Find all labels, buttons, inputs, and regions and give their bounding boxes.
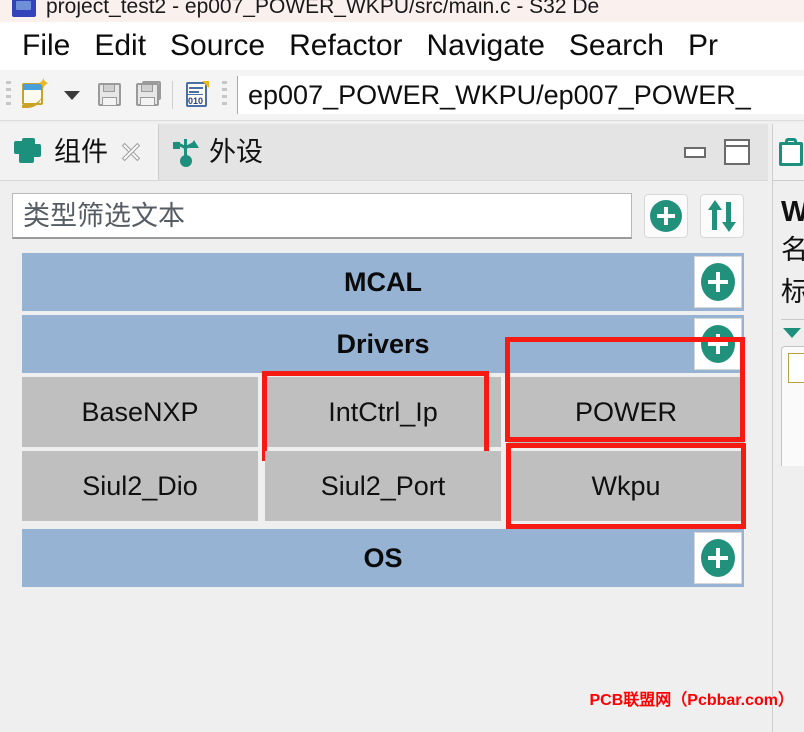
toolbar-drag-handle[interactable] <box>6 81 11 109</box>
group-header-drivers[interactable]: Drivers <box>22 315 744 373</box>
tile-wrap-basenxp: BaseNXP <box>22 377 258 447</box>
component-tile-intctrl-ip[interactable]: IntCtrl_Ip <box>265 377 501 447</box>
component-tile-label: Siul2_Port <box>320 471 446 501</box>
tile-wrap-siul2-dio: Siul2_Dio <box>22 451 258 521</box>
plus-icon <box>650 200 682 232</box>
app-window: project_test2 - ep007_POWER_WKPU/src/mai… <box>0 0 804 732</box>
right-panel-row-name: 名 <box>781 229 804 271</box>
title-bar: project_test2 - ep007_POWER_WKPU/src/mai… <box>0 0 804 22</box>
menu-item-project[interactable]: Pr <box>676 29 730 63</box>
add-component-button[interactable] <box>644 194 688 238</box>
minimize-icon[interactable] <box>684 146 706 158</box>
tab-components[interactable]: 组件 <box>0 124 159 180</box>
file-path-text: ep007_POWER_WKPU/ep007_POWER_ <box>248 80 751 110</box>
view-tab-strip: 组件 外设 <box>0 124 768 180</box>
menu-item-refactor[interactable]: Refactor <box>277 29 414 63</box>
save-all-button[interactable] <box>129 75 167 115</box>
new-file-button[interactable]: ✦ <box>15 75 53 115</box>
clipboard-icon <box>779 138 803 166</box>
component-tree: MCAL Drivers BaseNXP IntCtrl_Ip POWER Si… <box>0 239 768 587</box>
components-icon <box>14 138 44 166</box>
right-panel-heading: W <box>781 195 804 229</box>
component-tile-siul2-port[interactable]: Siul2_Port <box>265 451 501 521</box>
component-tile-label: BaseNXP <box>81 397 199 427</box>
right-docked-panel: W 名 标 <box>772 124 804 732</box>
right-panel-body: W 名 标 <box>773 181 804 466</box>
tile-wrap-wkpu: Wkpu <box>506 443 746 529</box>
components-view-body: 类型筛选文本 MCAL Drivers BaseNXP IntCtrl_Ip P… <box>0 180 768 732</box>
tile-wrap-siul2-port: Siul2_Port <box>265 451 501 521</box>
new-file-dropdown-button[interactable] <box>53 75 91 115</box>
sort-toggle-button[interactable] <box>700 194 744 238</box>
menu-item-search[interactable]: Search <box>557 29 676 63</box>
add-icon <box>701 263 735 301</box>
s32-design-studio-icon <box>12 0 38 22</box>
toolbar-drag-handle-2[interactable] <box>222 81 227 109</box>
save-all-icon <box>134 81 162 109</box>
component-tile-wkpu[interactable]: Wkpu <box>508 451 744 521</box>
maximize-icon[interactable] <box>724 139 750 165</box>
caret-down-icon[interactable] <box>783 328 801 338</box>
component-tile-label: Wkpu <box>591 471 661 501</box>
driver-tile-row-1: BaseNXP IntCtrl_Ip POWER <box>22 337 745 461</box>
tile-wrap-power: POWER <box>505 337 745 447</box>
add-icon <box>701 325 735 363</box>
component-tile-label: Siul2_Dio <box>82 471 198 501</box>
right-panel-divider <box>781 319 804 320</box>
component-tile-label: POWER <box>574 397 677 427</box>
add-to-drivers-button[interactable] <box>694 318 742 370</box>
menu-item-file[interactable]: File <box>10 29 82 63</box>
add-to-mcal-button[interactable] <box>694 256 742 308</box>
tab-peripherals-label: 外设 <box>209 137 263 167</box>
component-tile-basenxp[interactable]: BaseNXP <box>22 377 258 447</box>
tab-peripherals[interactable]: 外设 <box>159 124 277 180</box>
menu-item-edit[interactable]: Edit <box>82 29 158 63</box>
toolbar-separator <box>172 81 173 109</box>
group-title-mcal: MCAL <box>344 267 422 297</box>
usb-peripherals-icon <box>173 137 199 167</box>
save-button[interactable] <box>91 75 129 115</box>
search-input[interactable]: 类型筛选文本 <box>12 193 632 239</box>
tile-wrap-intctrl-ip: IntCtrl_Ip <box>262 371 501 461</box>
search-placeholder: 类型筛选文本 <box>23 200 185 231</box>
tab-strip-spacer <box>277 124 684 180</box>
add-to-os-button[interactable] <box>694 532 742 584</box>
driver-tile-row-2: Siul2_Dio Siul2_Port Wkpu <box>22 443 746 529</box>
filter-row: 类型筛选文本 <box>0 181 768 239</box>
right-panel-card <box>781 346 804 466</box>
binary-file-icon: 010 <box>184 81 210 109</box>
group-title-os: OS <box>363 543 403 573</box>
toolbar: ✦ 010 ep007_POWER_WKPU/ep007_POWER_ <box>0 70 804 121</box>
component-tile-label: IntCtrl_Ip <box>328 397 438 427</box>
view-window-buttons <box>684 124 768 180</box>
right-panel-tab[interactable] <box>773 124 804 181</box>
add-icon <box>701 539 735 577</box>
component-tile-power[interactable]: POWER <box>508 377 744 447</box>
right-panel-field[interactable] <box>788 353 804 383</box>
menu-bar: File Edit Source Refactor Navigate Searc… <box>0 22 804 70</box>
group-header-mcal[interactable]: MCAL <box>22 253 744 311</box>
close-icon[interactable] <box>118 139 144 165</box>
binary-file-button[interactable]: 010 <box>178 75 216 115</box>
right-panel-row-label: 标 <box>781 271 804 313</box>
sort-arrows-icon <box>707 200 737 232</box>
tab-components-label: 组件 <box>54 137 108 167</box>
menu-item-navigate[interactable]: Navigate <box>415 29 557 63</box>
file-path-field[interactable]: ep007_POWER_WKPU/ep007_POWER_ <box>237 76 804 114</box>
new-file-icon: ✦ <box>20 77 50 109</box>
component-tile-siul2-dio[interactable]: Siul2_Dio <box>22 451 258 521</box>
menu-item-source[interactable]: Source <box>158 29 277 63</box>
group-title-drivers: Drivers <box>336 329 430 359</box>
watermark: PCB联盟网（Pcbbar.com） <box>589 692 795 709</box>
save-icon <box>96 81 124 109</box>
chevron-down-icon <box>64 90 80 100</box>
window-title: project_test2 - ep007_POWER_WKPU/src/mai… <box>46 0 600 18</box>
group-header-os[interactable]: OS <box>22 529 744 587</box>
